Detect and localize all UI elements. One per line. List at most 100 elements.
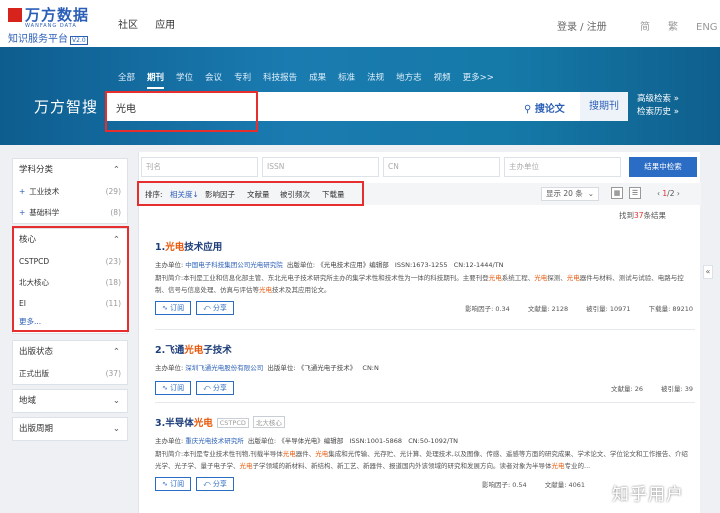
core-item-pku[interactable]: 北大核心 (18) [13, 272, 127, 293]
chevron-down-icon: ⌄ [587, 189, 594, 198]
result-item: 1.光电技术应用 主办单位: 中国电子科技集团公司光电研究院 出版单位: 《光电… [155, 239, 695, 315]
sort-impact[interactable]: 影响因子 [205, 189, 235, 200]
status-item-count: (37) [105, 369, 121, 378]
result-title[interactable]: 1.光电技术应用 [155, 239, 695, 253]
status-item-label: 正式出版 [19, 369, 49, 378]
region-filter-header[interactable]: 地域 ⌄ [13, 390, 127, 412]
core-more-link[interactable]: 更多... [13, 314, 127, 333]
result-meta: 主办单位: 深圳飞通光电股份有限公司 出版单位: 《飞通光电子技术》 CN:N [155, 362, 695, 372]
results-count: 找到37条结果 [619, 210, 666, 221]
org-link[interactable]: 重庆光电技术研究所 [185, 437, 244, 445]
sponsor-filter[interactable]: 主办单位 [504, 157, 621, 177]
tab-all[interactable]: 全部 [118, 73, 135, 83]
wanfang-logo[interactable]: 万方数据 WANFANG DATA 知识服务平台 V2.0 [8, 4, 89, 45]
tab-regulation[interactable]: 法规 [367, 73, 384, 83]
title-rest: 子技术 [203, 345, 232, 356]
subject-item[interactable]: + 工业技术 (29) [13, 181, 127, 202]
search-journal-button[interactable]: 搜期刊 [580, 92, 628, 121]
page-size-select[interactable]: 显示 20 条 ⌄ [541, 187, 599, 201]
sort-docs[interactable]: 文献量 [247, 189, 270, 200]
share-button[interactable]: ⤺ 分享 [196, 381, 234, 395]
title-prefix: 半导体 [165, 418, 194, 429]
tag-pku-core: 北大核心 [252, 416, 285, 428]
list-view-icon[interactable]: ☰ [629, 187, 641, 199]
chevron-down-icon: ⌄ [112, 424, 120, 434]
tab-achievement[interactable]: 成果 [309, 73, 326, 83]
cycle-filter-title: 出版周期 [19, 424, 54, 434]
title-highlight: 光电 [184, 345, 204, 356]
region-filter-title: 地域 [19, 396, 37, 406]
lang-english[interactable]: ENG [696, 22, 718, 33]
advanced-search-link[interactable]: 高级检索 » [637, 93, 679, 106]
next-page-icon[interactable]: › [677, 189, 680, 198]
subject-filter-header[interactable]: 学科分类 ⌃ [13, 159, 127, 181]
collapse-arrow-icon[interactable]: « [703, 265, 713, 279]
subscribe-button[interactable]: ∿ 订阅 [155, 301, 192, 315]
subscribe-label: 订阅 [170, 480, 185, 488]
core-item-count: (23) [105, 257, 121, 266]
core-filter-header[interactable]: 核心 ⌃ [13, 229, 127, 251]
issn-filter[interactable]: ISSN [262, 157, 379, 177]
share-icon: ⤺ [203, 304, 211, 312]
journal-name-filter[interactable]: 刊名 [141, 157, 258, 177]
language-switcher: 简 繁 ENG [640, 18, 718, 33]
status-filter-header[interactable]: 出版状态 ⌃ [13, 341, 127, 363]
prev-page-icon[interactable]: ‹ [657, 189, 660, 198]
sort-cites[interactable]: 被引频次 [280, 189, 310, 200]
result-desc: 期刊简介:本刊是工业和信息化部主管、东北光电子技术研究所主办的集学术性和技术性为… [155, 274, 684, 294]
cn-filter[interactable]: CN [383, 157, 500, 177]
result-meta: 主办单位: 重庆光电技术研究所 出版单位: 《半导体光电》编辑部 ISSN:10… [155, 435, 695, 445]
nav-community[interactable]: 社区 [118, 20, 138, 31]
title-highlight: 光电 [193, 418, 213, 429]
core-item-label: 北大核心 [19, 278, 49, 287]
subject-item[interactable]: + 基础科学 (8) [13, 202, 127, 223]
title-highlight: 光电 [165, 242, 185, 253]
share-button[interactable]: ⤺ 分享 [196, 477, 234, 491]
chevron-up-icon: ⌃ [112, 347, 120, 357]
tab-tech-report[interactable]: 科技报告 [263, 73, 297, 83]
org-link[interactable]: 深圳飞通光电股份有限公司 [185, 364, 263, 372]
grid-view-icon[interactable]: ▦ [611, 187, 623, 199]
results-panel: 刊名 ISSN CN 主办单位 结果中检索 排序: 相关度↓ 影响因子 文献量 … [138, 152, 701, 513]
subscribe-button[interactable]: ∿ 订阅 [155, 381, 192, 395]
sort-downloads[interactable]: 下载量 [322, 189, 345, 200]
search-history-link[interactable]: 检索历史 » [637, 106, 679, 119]
pub-value: 《半导体光电》编辑部 [278, 437, 344, 445]
tab-local-chronicle[interactable]: 地方志 [396, 73, 422, 83]
cycle-filter-header[interactable]: 出版周期 ⌄ [13, 418, 127, 440]
tab-standard[interactable]: 标准 [338, 73, 355, 83]
share-button[interactable]: ⤺ 分享 [196, 301, 234, 315]
impact-factor: 影响因子: 0.34 [465, 305, 510, 313]
result-title[interactable]: 2.飞通光电子技术 [155, 342, 695, 356]
logo-text: 万方数据 [25, 6, 90, 24]
tab-more[interactable]: 更多>> [463, 73, 494, 83]
divider [155, 402, 695, 403]
lang-traditional[interactable]: 繁 [668, 22, 678, 33]
share-label: 分享 [212, 480, 227, 488]
status-item[interactable]: 正式出版 (37) [13, 363, 127, 384]
login-register-link[interactable]: 登录 / 注册 [557, 18, 607, 33]
sort-relevance[interactable]: 相关度↓ [170, 189, 199, 200]
search-paper-button[interactable]: ⚲ 搜论文 [524, 100, 565, 115]
search-input[interactable]: 光电 [116, 100, 136, 115]
search-within-button[interactable]: 结果中检索 [629, 157, 697, 177]
tab-patent[interactable]: 专利 [234, 73, 251, 83]
org-link[interactable]: 中国电子科技集团公司光电研究院 [185, 261, 283, 269]
share-label: 分享 [212, 304, 227, 312]
core-item-ei[interactable]: EI (11) [13, 293, 127, 314]
tab-journal[interactable]: 期刊 [147, 73, 165, 89]
share-icon: ⤺ [203, 384, 211, 392]
result-title[interactable]: 3.半导体光电 CSTPCD 北大核心 [155, 415, 695, 429]
tab-conference[interactable]: 会议 [205, 73, 222, 83]
subscribe-button[interactable]: ∿ 订阅 [155, 477, 192, 491]
lang-simplified[interactable]: 简 [640, 22, 650, 33]
search-paper-label: 搜论文 [534, 104, 565, 115]
status-filter: 出版状态 ⌃ 正式出版 (37) [12, 340, 128, 385]
core-item-cstpcd[interactable]: CSTPCD (23) [13, 251, 127, 272]
tab-video[interactable]: 视频 [434, 73, 451, 83]
top-nav: 社区 应用 [118, 16, 189, 31]
tab-degree[interactable]: 学位 [176, 73, 193, 83]
nav-apps[interactable]: 应用 [155, 20, 175, 31]
result-num: 3. [155, 418, 166, 429]
title-prefix: 飞通 [165, 345, 185, 356]
